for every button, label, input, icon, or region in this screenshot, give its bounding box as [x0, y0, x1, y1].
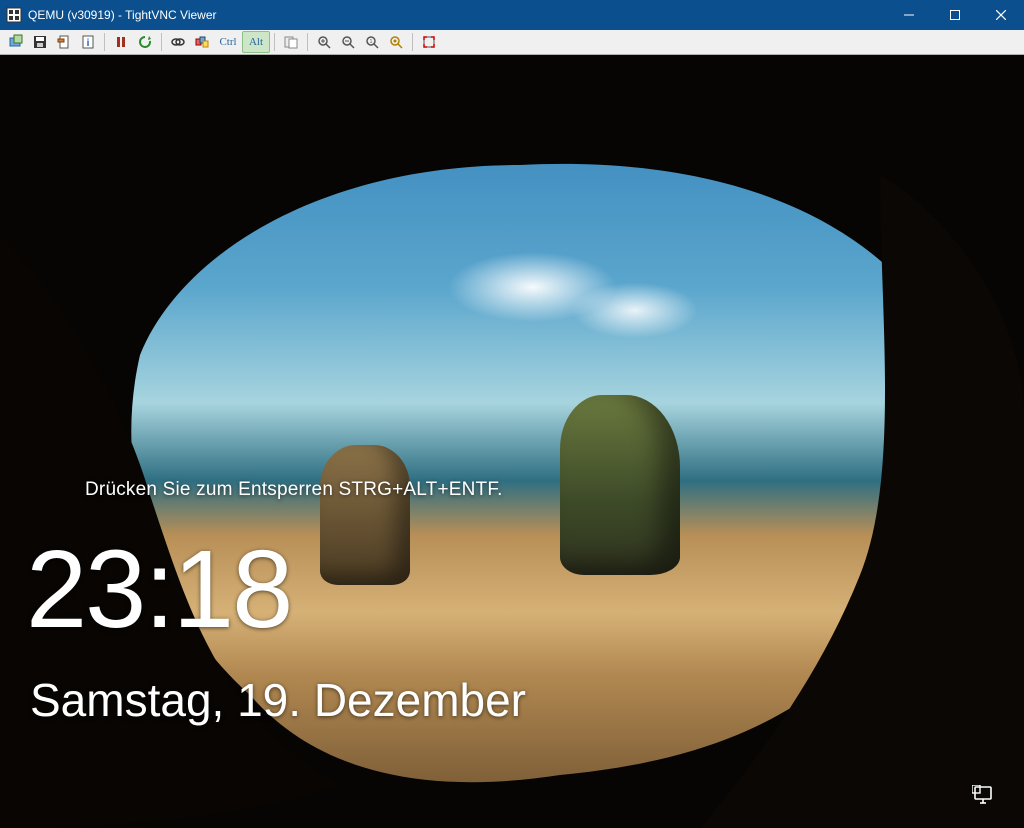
app-icon — [6, 7, 22, 23]
options-icon[interactable] — [52, 31, 76, 53]
lockscreen-time: 23:18 — [26, 535, 291, 645]
zoom-100-icon[interactable]: 1 — [360, 31, 384, 53]
zoom-auto-icon[interactable] — [384, 31, 408, 53]
minimize-button[interactable] — [886, 0, 932, 30]
connection-info-icon[interactable]: i — [76, 31, 100, 53]
remote-display[interactable]: Drücken Sie zum Entsperren STRG+ALT+ENTF… — [0, 55, 1024, 828]
pause-icon[interactable] — [109, 31, 133, 53]
ctrl-key-button[interactable]: Ctrl — [214, 31, 242, 53]
toolbar-separator — [307, 33, 308, 51]
alt-key-button[interactable]: Alt — [242, 31, 270, 53]
toolbar-separator — [104, 33, 105, 51]
lockscreen-date: Samstag, 19. Dezember — [30, 673, 526, 727]
fullscreen-icon[interactable] — [417, 31, 441, 53]
refresh-icon[interactable] — [133, 31, 157, 53]
network-icon[interactable] — [972, 785, 996, 805]
svg-text:i: i — [87, 38, 90, 49]
file-transfer-icon[interactable] — [279, 31, 303, 53]
titlebar: QEMU (v30919) - TightVNC Viewer — [0, 0, 1024, 30]
toolbar-separator — [161, 33, 162, 51]
toolbar-separator — [274, 33, 275, 51]
vnc-toolbar: i Ctrl Alt 1 — [0, 30, 1024, 55]
close-button[interactable] — [978, 0, 1024, 30]
new-connection-icon[interactable] — [4, 31, 28, 53]
maximize-button[interactable] — [932, 0, 978, 30]
lockscreen-overlay[interactable]: Drücken Sie zum Entsperren STRG+ALT+ENTF… — [0, 55, 1024, 828]
save-icon[interactable] — [28, 31, 52, 53]
zoom-in-icon[interactable] — [312, 31, 336, 53]
unlock-hint-text: Drücken Sie zum Entsperren STRG+ALT+ENTF… — [85, 479, 503, 501]
send-cad-icon[interactable] — [166, 31, 190, 53]
send-ctrl-esc-icon[interactable] — [190, 31, 214, 53]
toolbar-separator — [412, 33, 413, 51]
zoom-out-icon[interactable] — [336, 31, 360, 53]
window-title: QEMU (v30919) - TightVNC Viewer — [28, 8, 886, 22]
svg-text:1: 1 — [370, 39, 373, 45]
